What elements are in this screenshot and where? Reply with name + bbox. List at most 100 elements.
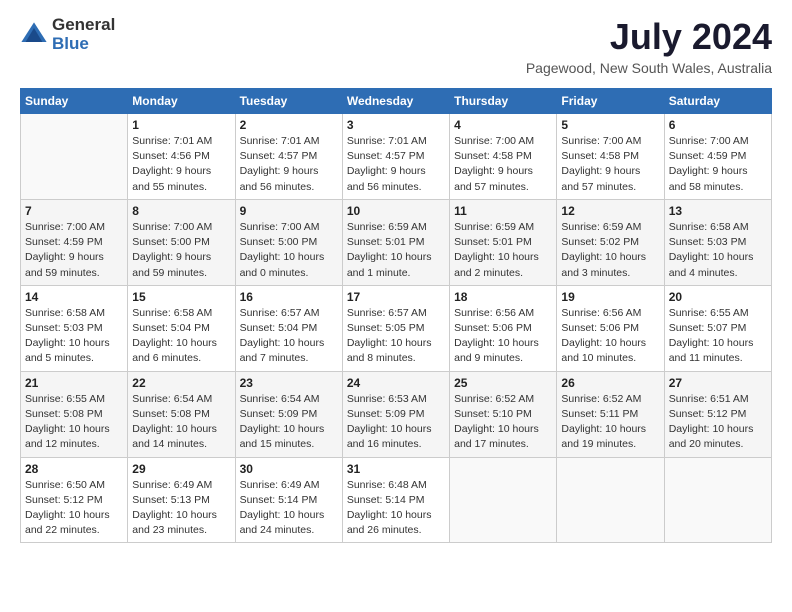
column-header-friday: Friday [557,89,664,114]
column-header-sunday: Sunday [21,89,128,114]
calendar-cell: 20 Sunrise: 6:55 AM Sunset: 5:07 PM Dayli… [664,285,771,371]
day-number: 31 [347,462,445,476]
day-info: Sunrise: 6:58 AM Sunset: 5:03 PM Dayligh… [669,220,767,281]
day-number: 4 [454,118,552,132]
calendar-week-1: 1Sunrise: 7:01 AM Sunset: 4:56 PM Daylig… [21,114,772,200]
day-info: Sunrise: 6:56 AM Sunset: 5:06 PM Dayligh… [454,306,552,367]
column-header-saturday: Saturday [664,89,771,114]
day-number: 3 [347,118,445,132]
calendar-cell: 1Sunrise: 7:01 AM Sunset: 4:56 PM Daylig… [128,114,235,200]
day-info: Sunrise: 6:51 AM Sunset: 5:12 PM Dayligh… [669,392,767,453]
day-number: 25 [454,376,552,390]
month-year: July 2024 [526,16,772,58]
calendar-cell [557,457,664,543]
calendar-header-row: SundayMondayTuesdayWednesdayThursdayFrid… [21,89,772,114]
day-info: Sunrise: 6:55 AM Sunset: 5:07 PM Dayligh… [669,306,767,367]
day-number: 19 [561,290,659,304]
logo-icon [20,21,48,49]
calendar-cell: 17Sunrise: 6:57 AM Sunset: 5:05 PM Dayli… [342,285,449,371]
day-number: 2 [240,118,338,132]
day-number: 20 [669,290,767,304]
calendar-cell: 2 Sunrise: 7:01 AM Sunset: 4:57 PM Daylig… [235,114,342,200]
day-info: Sunrise: 6:56 AM Sunset: 5:06 PM Dayligh… [561,306,659,367]
day-number: 16 [240,290,338,304]
column-header-tuesday: Tuesday [235,89,342,114]
calendar-cell [450,457,557,543]
day-number: 30 [240,462,338,476]
day-info: Sunrise: 7:00 AM Sunset: 5:00 PM Dayligh… [132,220,230,281]
calendar-cell: 24 Sunrise: 6:53 AM Sunset: 5:09 PM Dayli… [342,371,449,457]
calendar-cell: 18Sunrise: 6:56 AM Sunset: 5:06 PM Dayli… [450,285,557,371]
calendar-cell: 5Sunrise: 7:00 AM Sunset: 4:58 PM Daylig… [557,114,664,200]
day-info: Sunrise: 7:01 AM Sunset: 4:57 PM Dayligh… [347,134,445,195]
calendar-cell: 8 Sunrise: 7:00 AM Sunset: 5:00 PM Daylig… [128,199,235,285]
day-info: Sunrise: 6:59 AM Sunset: 5:02 PM Dayligh… [561,220,659,281]
calendar-cell: 27 Sunrise: 6:51 AM Sunset: 5:12 PM Dayli… [664,371,771,457]
day-info: Sunrise: 6:59 AM Sunset: 5:01 PM Dayligh… [347,220,445,281]
day-info: Sunrise: 6:58 AM Sunset: 5:03 PM Dayligh… [25,306,123,367]
day-info: Sunrise: 7:01 AM Sunset: 4:57 PM Dayligh… [240,134,338,195]
calendar-cell: 22 Sunrise: 6:54 AM Sunset: 5:08 PM Dayli… [128,371,235,457]
calendar-cell: 28Sunrise: 6:50 AM Sunset: 5:12 PM Dayli… [21,457,128,543]
calendar-week-4: 21Sunrise: 6:55 AM Sunset: 5:08 PM Dayli… [21,371,772,457]
day-info: Sunrise: 6:52 AM Sunset: 5:11 PM Dayligh… [561,392,659,453]
calendar-cell: 4Sunrise: 7:00 AM Sunset: 4:58 PM Daylig… [450,114,557,200]
calendar-cell: 30 Sunrise: 6:49 AM Sunset: 5:14 PM Dayli… [235,457,342,543]
calendar-cell: 14Sunrise: 6:58 AM Sunset: 5:03 PM Dayli… [21,285,128,371]
calendar-cell: 3 Sunrise: 7:01 AM Sunset: 4:57 PM Daylig… [342,114,449,200]
logo-general: General [52,16,115,35]
calendar-cell: 7 Sunrise: 7:00 AM Sunset: 4:59 PM Daylig… [21,199,128,285]
calendar-cell [21,114,128,200]
calendar-cell: 11 Sunrise: 6:59 AM Sunset: 5:01 PM Dayli… [450,199,557,285]
calendar-cell: 6Sunrise: 7:00 AM Sunset: 4:59 PM Daylig… [664,114,771,200]
day-info: Sunrise: 6:49 AM Sunset: 5:13 PM Dayligh… [132,478,230,539]
column-header-monday: Monday [128,89,235,114]
column-header-thursday: Thursday [450,89,557,114]
calendar-cell: 21Sunrise: 6:55 AM Sunset: 5:08 PM Dayli… [21,371,128,457]
day-number: 12 [561,204,659,218]
day-info: Sunrise: 6:48 AM Sunset: 5:14 PM Dayligh… [347,478,445,539]
day-info: Sunrise: 6:54 AM Sunset: 5:08 PM Dayligh… [132,392,230,453]
day-number: 26 [561,376,659,390]
day-info: Sunrise: 6:52 AM Sunset: 5:10 PM Dayligh… [454,392,552,453]
column-header-wednesday: Wednesday [342,89,449,114]
logo-text: General Blue [52,16,115,53]
day-number: 7 [25,204,123,218]
day-number: 27 [669,376,767,390]
logo: General Blue [20,16,115,53]
day-number: 24 [347,376,445,390]
day-info: Sunrise: 6:57 AM Sunset: 5:04 PM Dayligh… [240,306,338,367]
day-info: Sunrise: 6:53 AM Sunset: 5:09 PM Dayligh… [347,392,445,453]
calendar-cell: 29 Sunrise: 6:49 AM Sunset: 5:13 PM Dayli… [128,457,235,543]
calendar-cell: 10Sunrise: 6:59 AM Sunset: 5:01 PM Dayli… [342,199,449,285]
title-block: July 2024 Pagewood, New South Wales, Aus… [526,16,772,76]
day-info: Sunrise: 7:00 AM Sunset: 5:00 PM Dayligh… [240,220,338,281]
day-number: 8 [132,204,230,218]
calendar-week-3: 14Sunrise: 6:58 AM Sunset: 5:03 PM Dayli… [21,285,772,371]
day-info: Sunrise: 7:00 AM Sunset: 4:59 PM Dayligh… [25,220,123,281]
day-info: Sunrise: 6:50 AM Sunset: 5:12 PM Dayligh… [25,478,123,539]
day-info: Sunrise: 7:01 AM Sunset: 4:56 PM Dayligh… [132,134,230,195]
day-number: 22 [132,376,230,390]
calendar-cell: 13 Sunrise: 6:58 AM Sunset: 5:03 PM Dayli… [664,199,771,285]
day-number: 6 [669,118,767,132]
logo-blue: Blue [52,35,115,54]
day-info: Sunrise: 6:49 AM Sunset: 5:14 PM Dayligh… [240,478,338,539]
calendar-cell: 19 Sunrise: 6:56 AM Sunset: 5:06 PM Dayli… [557,285,664,371]
calendar-cell: 26 Sunrise: 6:52 AM Sunset: 5:11 PM Dayli… [557,371,664,457]
day-number: 17 [347,290,445,304]
calendar-cell: 15Sunrise: 6:58 AM Sunset: 5:04 PM Dayli… [128,285,235,371]
location: Pagewood, New South Wales, Australia [526,60,772,76]
day-info: Sunrise: 7:00 AM Sunset: 4:58 PM Dayligh… [561,134,659,195]
calendar-cell [664,457,771,543]
day-number: 29 [132,462,230,476]
day-number: 9 [240,204,338,218]
day-number: 13 [669,204,767,218]
calendar-cell: 23Sunrise: 6:54 AM Sunset: 5:09 PM Dayli… [235,371,342,457]
calendar-week-5: 28Sunrise: 6:50 AM Sunset: 5:12 PM Dayli… [21,457,772,543]
calendar-week-2: 7 Sunrise: 7:00 AM Sunset: 4:59 PM Daylig… [21,199,772,285]
calendar-cell: 9 Sunrise: 7:00 AM Sunset: 5:00 PM Daylig… [235,199,342,285]
calendar-cell: 12 Sunrise: 6:59 AM Sunset: 5:02 PM Dayli… [557,199,664,285]
day-info: Sunrise: 6:59 AM Sunset: 5:01 PM Dayligh… [454,220,552,281]
day-number: 11 [454,204,552,218]
